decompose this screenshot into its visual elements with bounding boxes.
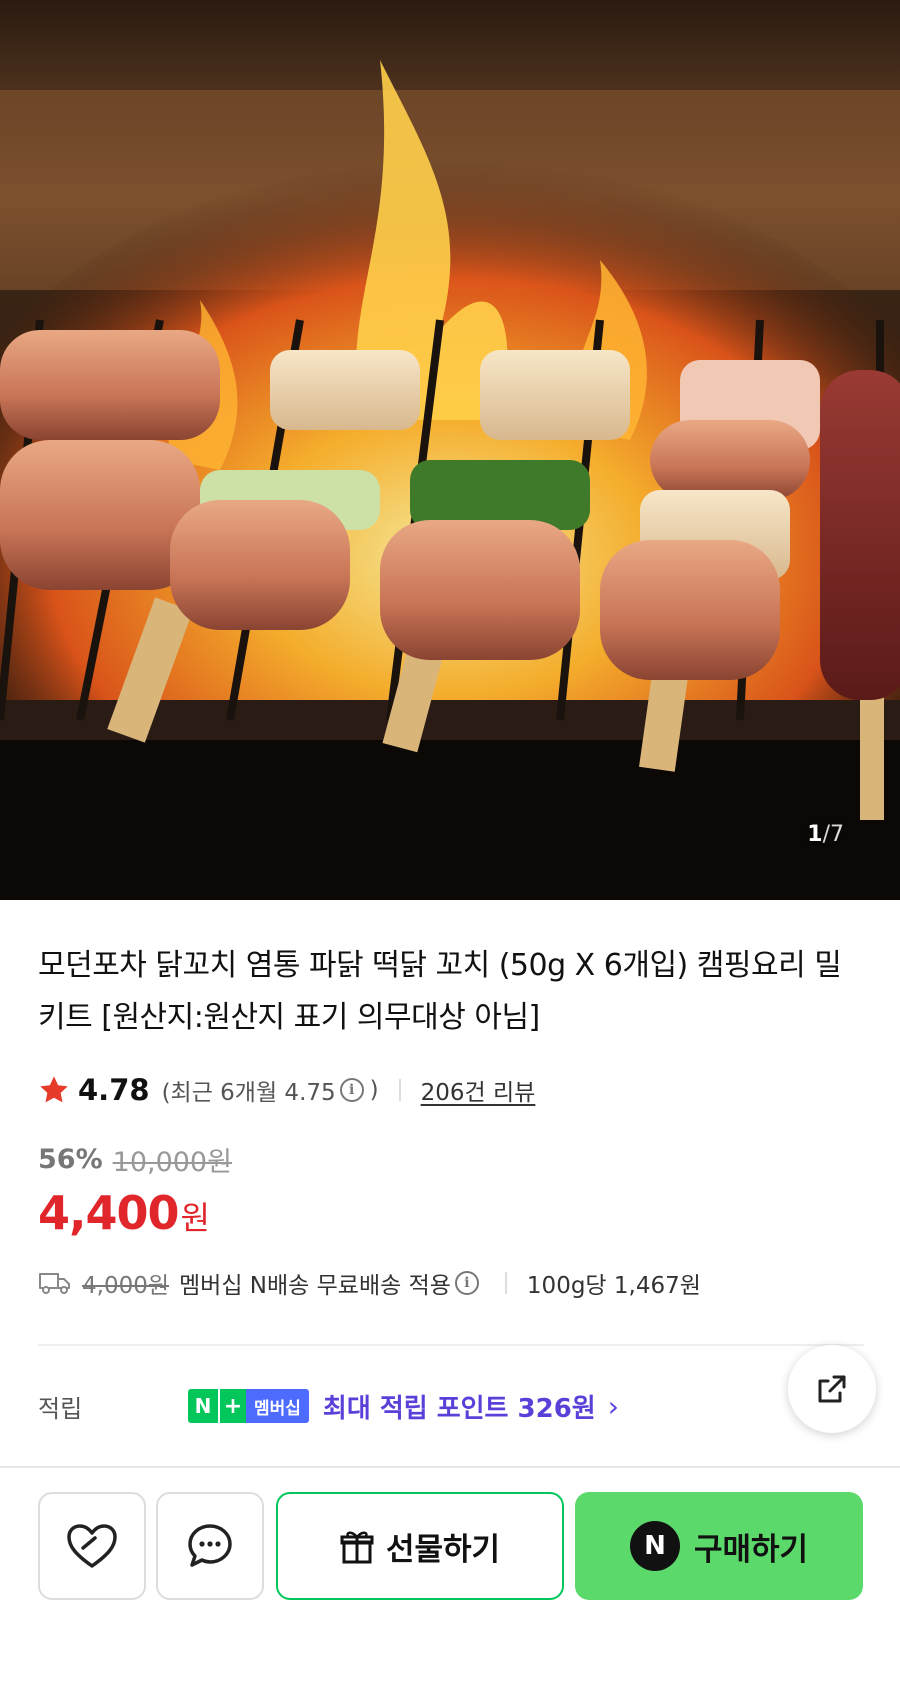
info-icon[interactable]: i — [339, 1078, 364, 1102]
product-image[interactable]: 1/7 — [0, 0, 900, 900]
divider — [504, 1272, 507, 1294]
talk-button[interactable] — [156, 1492, 264, 1600]
shipping-info-icon[interactable]: i — [454, 1271, 479, 1295]
gift-button-label: 선물하기 — [385, 1531, 501, 1568]
shipping-row: 4,000원 멤버십 N배송 무료배송 적용 i 100g당 1,467원 — [38, 1265, 701, 1301]
chat-bubble-icon — [188, 1524, 232, 1567]
recent-rating-close: ) — [369, 1077, 379, 1103]
points-row[interactable]: 적립 N + 멤버십 최대 적립 포인트 326원 › — [38, 1386, 619, 1426]
product-photo-illustration — [0, 60, 900, 900]
sale-price-value: 4,400 — [38, 1186, 180, 1240]
action-bar-divider — [0, 1466, 900, 1468]
divider — [398, 1079, 401, 1101]
sale-price: 4,400 원 — [38, 1186, 210, 1240]
gallery-page-indicator: 1/7 — [807, 822, 844, 847]
gallery-current-page: 1 — [807, 822, 823, 847]
membership-label: 멤버십 — [246, 1389, 309, 1423]
original-price: 10,000원 — [112, 1147, 232, 1178]
rating-row: 4.78 (최근 6개월 4.75 i ) 206건 리뷰 — [38, 1070, 535, 1110]
naver-n-icon: N — [188, 1389, 218, 1423]
unit-price: 100g당 1,467원 — [526, 1273, 701, 1299]
star-icon — [40, 1076, 68, 1103]
rating-value: 4.78 — [78, 1073, 150, 1107]
truck-icon — [39, 1273, 70, 1294]
nplus-membership-badge: N + 멤버십 — [188, 1389, 309, 1423]
sale-price-unit: 원 — [180, 1199, 210, 1237]
gallery-total-pages: /7 — [822, 822, 844, 847]
recent-rating: (최근 6개월 4.75 — [161, 1080, 336, 1106]
share-button[interactable] — [788, 1345, 876, 1433]
section-divider — [38, 1344, 864, 1346]
share-icon — [818, 1375, 846, 1403]
buy-button[interactable]: N 구매하기 — [575, 1492, 863, 1600]
points-label: 적립 — [38, 1394, 83, 1423]
gift-button[interactable]: 선물하기 — [276, 1492, 564, 1600]
shipping-fee: 4,000원 — [82, 1273, 170, 1299]
product-title: 모던포차 닭꼬치 염통 파닭 떡닭 꼬치 (50g X 6개입) 캠핑요리 밀키… — [38, 948, 842, 1035]
buy-button-label: 구매하기 — [693, 1531, 809, 1568]
heart-icon — [67, 1524, 117, 1568]
gift-icon — [340, 1531, 374, 1564]
chevron-right-icon: › — [607, 1389, 619, 1423]
discount-rate: 56% — [38, 1144, 103, 1175]
discount-row: 56% 10,000원 — [38, 1140, 232, 1179]
naver-pay-n-icon: N — [629, 1521, 680, 1571]
like-button[interactable] — [38, 1492, 146, 1600]
max-points-link[interactable]: 최대 적립 포인트 326원 — [323, 1388, 596, 1425]
review-count-link[interactable]: 206건 리뷰 — [421, 1073, 536, 1107]
plus-icon: + — [218, 1389, 246, 1423]
shipping-text: 멤버십 N배송 무료배송 적용 — [179, 1273, 451, 1299]
